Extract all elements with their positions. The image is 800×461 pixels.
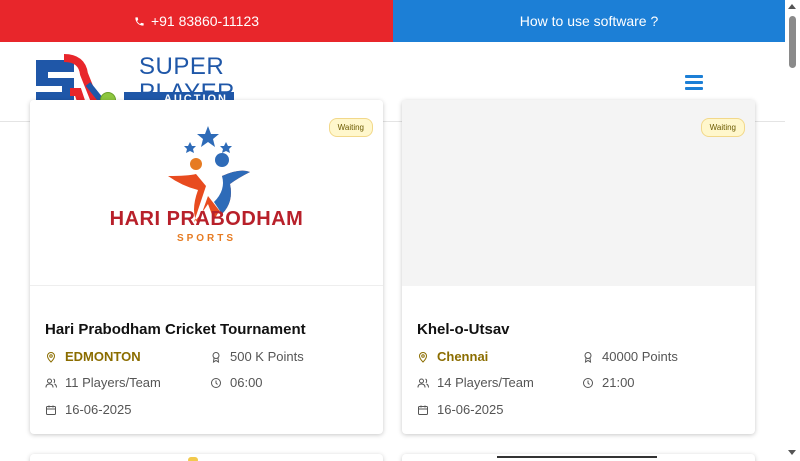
tournament-location: EDMONTON bbox=[45, 349, 141, 364]
tournament-card[interactable] bbox=[402, 454, 755, 461]
medal-icon bbox=[584, 351, 592, 363]
scroll-down-icon[interactable] bbox=[788, 450, 796, 455]
clock-icon bbox=[583, 377, 593, 388]
sponsor-name: HARI PRABODHAM bbox=[109, 208, 304, 230]
tournament-title: Khel-o-Utsav bbox=[417, 321, 510, 338]
status-badge: Waiting bbox=[700, 118, 745, 137]
tournament-time: 21:00 bbox=[582, 375, 635, 390]
top-bar: +91 83860-11123 How to use software ? bbox=[0, 0, 785, 42]
sponsor-subtitle: SPORTS bbox=[176, 233, 237, 244]
location-pin-icon bbox=[46, 351, 56, 363]
page-scrollbar[interactable] bbox=[785, 0, 800, 461]
tournament-date: 16-06-2025 bbox=[45, 402, 132, 417]
tournament-points: 500 K Points bbox=[210, 349, 304, 364]
users-icon bbox=[417, 378, 429, 388]
tournament-date: 16-06-2025 bbox=[417, 402, 504, 417]
status-badge: Waiting bbox=[328, 118, 373, 137]
tournament-location: Chennai bbox=[417, 349, 488, 364]
phone-icon bbox=[135, 16, 144, 26]
tournament-card[interactable]: HARI PRABODHAM SPORTS Waiting Hari Prabo… bbox=[30, 100, 383, 434]
medal-icon bbox=[212, 351, 220, 363]
hamburger-menu-icon[interactable] bbox=[685, 75, 703, 91]
tournament-image bbox=[497, 456, 657, 458]
clock-icon bbox=[211, 377, 221, 388]
calendar-icon bbox=[418, 405, 428, 415]
how-to-use-link[interactable]: How to use software ? bbox=[393, 0, 785, 42]
scroll-thumb[interactable] bbox=[789, 16, 796, 68]
tournament-card[interactable] bbox=[30, 454, 383, 461]
tournament-players: 14 Players/Team bbox=[417, 375, 534, 390]
tournament-image: Waiting bbox=[402, 100, 755, 286]
tournament-title: Hari Prabodham Cricket Tournament bbox=[45, 321, 306, 338]
users-icon bbox=[45, 378, 57, 388]
sun-icon bbox=[188, 457, 198, 461]
tournament-points: 40000 Points bbox=[582, 349, 678, 364]
tournament-image: HARI PRABODHAM SPORTS Waiting bbox=[30, 100, 383, 286]
tournament-card[interactable]: Waiting Khel-o-Utsav Chennai 40000 Point… bbox=[402, 100, 755, 434]
tournament-players: 11 Players/Team bbox=[45, 375, 161, 390]
phone-number: +91 83860-11123 bbox=[150, 13, 260, 29]
sponsor-logo-icon bbox=[168, 126, 250, 224]
phone-link[interactable]: +91 83860-11123 bbox=[0, 0, 393, 42]
calendar-icon bbox=[46, 405, 56, 415]
tournament-time: 06:00 bbox=[210, 375, 263, 390]
scroll-up-icon[interactable] bbox=[788, 4, 796, 9]
location-pin-icon bbox=[418, 351, 428, 363]
